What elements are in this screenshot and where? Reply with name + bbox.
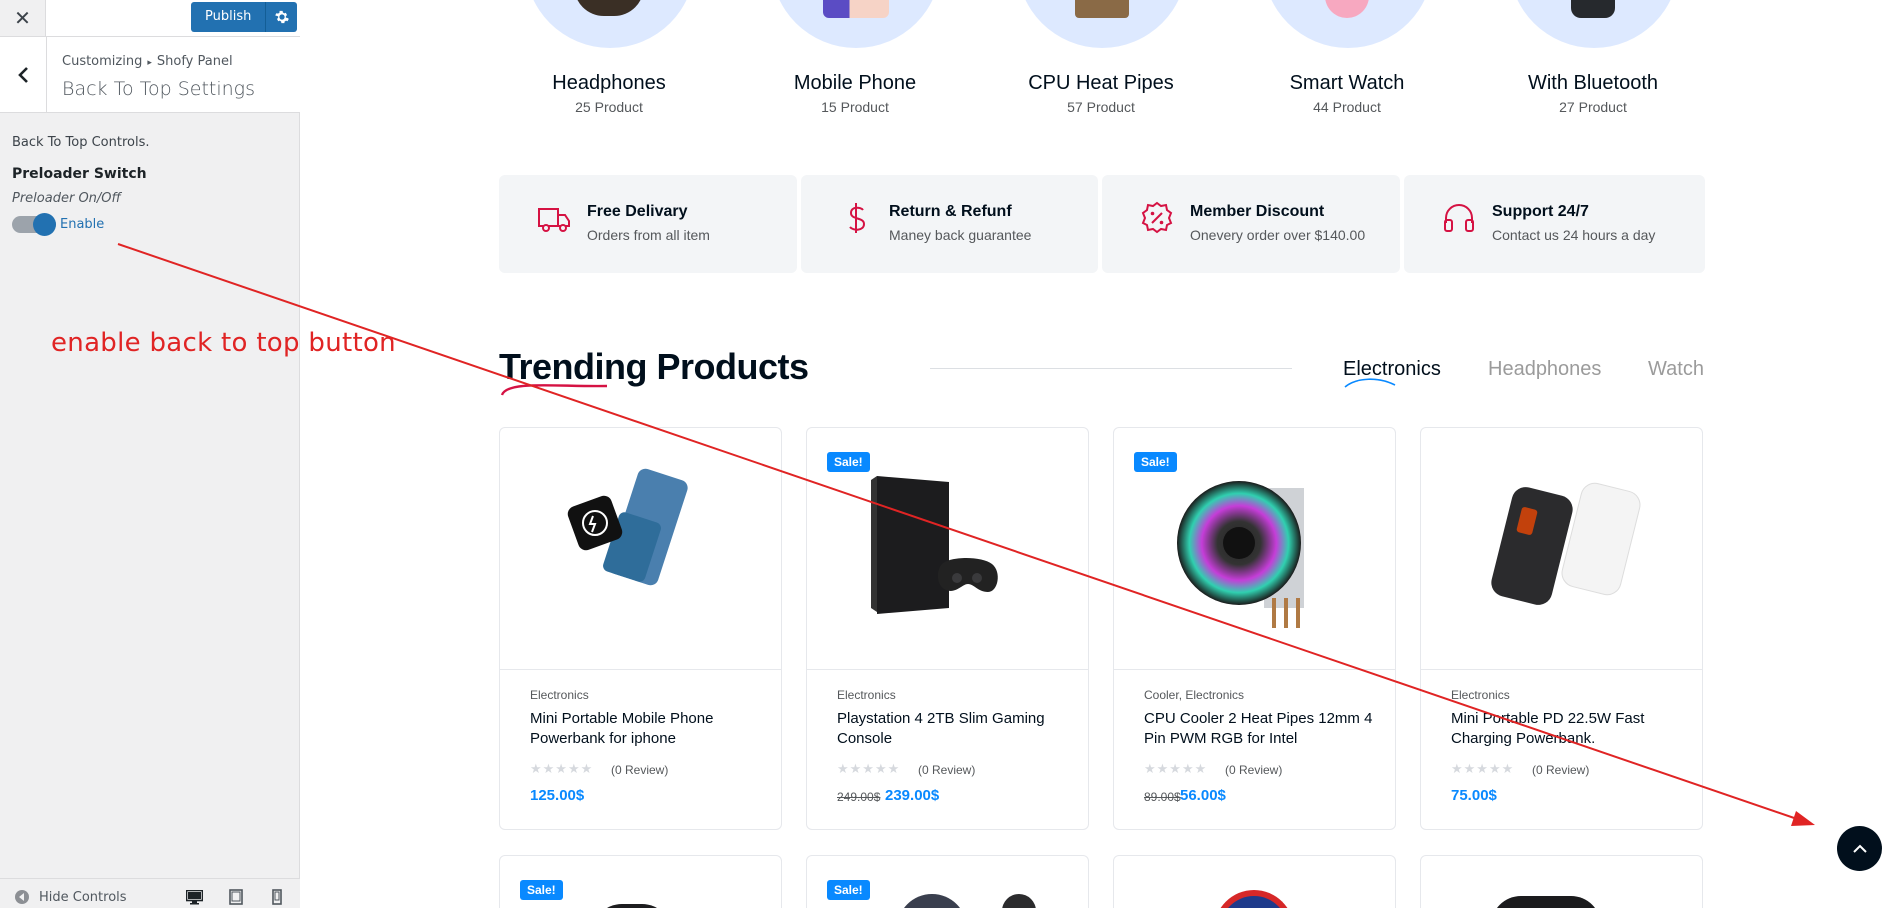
annotation-arrow xyxy=(117,243,1815,826)
